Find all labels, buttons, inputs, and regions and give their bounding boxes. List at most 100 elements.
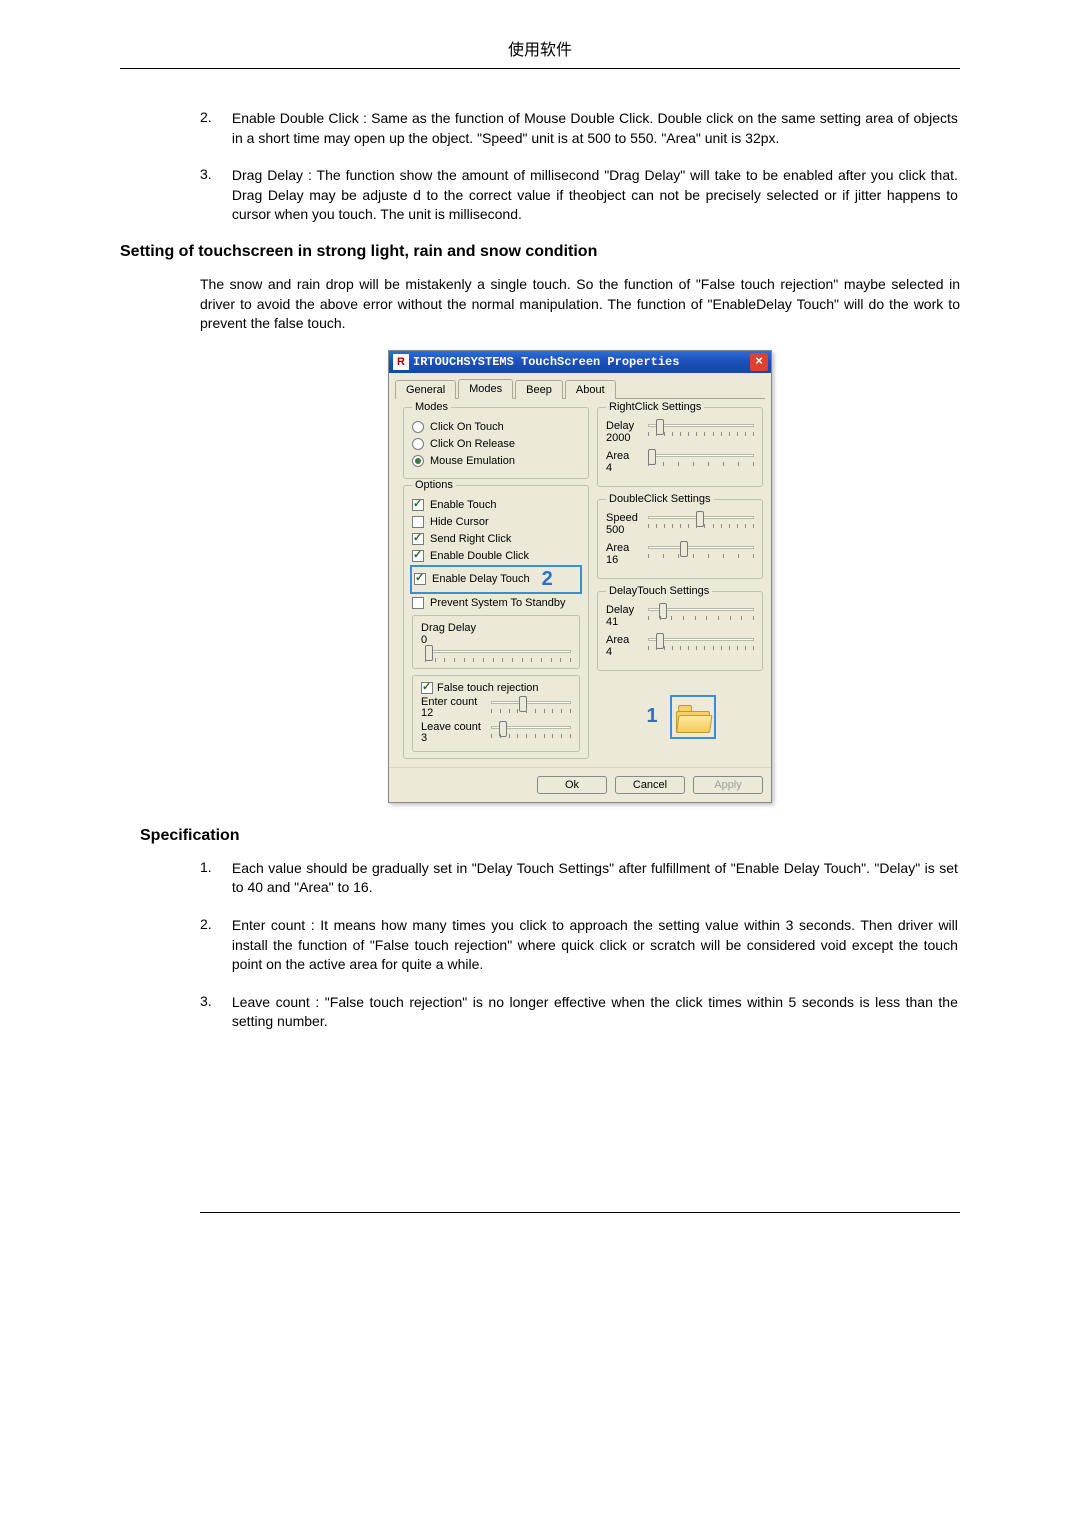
list2-item-3: 3. Leave count : "False touch rejection"… bbox=[200, 993, 960, 1032]
page-header: 使用软件 bbox=[120, 36, 960, 69]
options-group: Options Enable Touch Hide Cursor bbox=[403, 485, 589, 759]
heading-setting: Setting of touchscreen in strong light, … bbox=[120, 243, 960, 261]
rightclick-group: RightClick Settings Delay 2000 bbox=[597, 407, 763, 487]
folder-icon[interactable] bbox=[676, 705, 710, 733]
check-enable-double-click[interactable]: Enable Double Click bbox=[412, 550, 580, 562]
list2-num: 3. bbox=[200, 993, 228, 1009]
rc-area-value: 4 bbox=[606, 462, 644, 474]
radio-mouse-emulation[interactable]: Mouse Emulation bbox=[412, 455, 580, 467]
tab-general[interactable]: General bbox=[395, 380, 456, 399]
rightclick-legend: RightClick Settings bbox=[606, 401, 704, 413]
check-label: Enable Delay Touch bbox=[432, 573, 530, 585]
drag-delay-slider[interactable] bbox=[425, 646, 571, 664]
close-icon[interactable]: × bbox=[750, 353, 768, 371]
rc-area-slider[interactable] bbox=[648, 450, 754, 468]
checkbox-icon bbox=[412, 499, 424, 511]
dialog-buttons: Ok Cancel Apply bbox=[389, 767, 771, 802]
checkbox-icon bbox=[412, 533, 424, 545]
drag-delay-group: Drag Delay 0 bbox=[412, 615, 580, 669]
check-prevent-standby[interactable]: Prevent System To Standby bbox=[412, 597, 580, 609]
check-label: Enable Double Click bbox=[430, 550, 529, 562]
false-touch-label: False touch rejection bbox=[437, 682, 539, 694]
apply-button[interactable]: Apply bbox=[693, 776, 763, 794]
false-touch-legend: False touch rejection bbox=[421, 682, 571, 694]
leave-count-value: 3 bbox=[421, 733, 487, 744]
radio-label: Click On Release bbox=[430, 438, 515, 450]
radio-icon bbox=[412, 455, 424, 467]
list2-text: Leave count : "False touch rejection" is… bbox=[232, 993, 958, 1032]
rc-delay-slider[interactable] bbox=[648, 420, 754, 438]
dt-area-value: 4 bbox=[606, 646, 644, 658]
window-title: IRTOUCHSYSTEMS TouchScreen Properties bbox=[413, 355, 750, 369]
checkbox-icon bbox=[414, 573, 426, 585]
tab-strip: General Modes Beep About bbox=[395, 379, 765, 399]
list1-item-3: 3. Drag Delay : The function show the am… bbox=[200, 166, 960, 225]
heading-specification: Specification bbox=[140, 827, 960, 845]
para-intro: The snow and rain drop will be mistakenl… bbox=[200, 275, 960, 334]
check-label: Send Right Click bbox=[430, 533, 511, 545]
radio-label: Click On Touch bbox=[430, 421, 504, 433]
list2-num: 2. bbox=[200, 916, 228, 932]
radio-icon bbox=[412, 421, 424, 433]
options-legend: Options bbox=[412, 479, 456, 491]
list2-num: 1. bbox=[200, 859, 228, 875]
modes-group: Modes Click On Touch Click On Release bbox=[403, 407, 589, 479]
list1-num: 2. bbox=[200, 109, 228, 125]
leave-count-label: Leave count bbox=[421, 722, 487, 733]
enter-count-slider[interactable] bbox=[491, 697, 571, 715]
checkbox-icon[interactable] bbox=[421, 682, 433, 694]
check-enable-touch[interactable]: Enable Touch bbox=[412, 499, 580, 511]
dt-delay-slider[interactable] bbox=[648, 604, 754, 622]
dc-area-label: Area bbox=[606, 542, 644, 554]
cancel-button[interactable]: Cancel bbox=[615, 776, 685, 794]
false-touch-group: False touch rejection Enter count 12 bbox=[412, 675, 580, 752]
dc-area-slider[interactable] bbox=[648, 542, 754, 560]
check-label: Enable Touch bbox=[430, 499, 496, 511]
annotation-2: 2 bbox=[542, 568, 553, 591]
delaytouch-group: DelayTouch Settings Delay 41 bbox=[597, 591, 763, 671]
annotation-1: 1 bbox=[646, 705, 657, 728]
dc-speed-slider[interactable] bbox=[648, 512, 754, 530]
modes-legend: Modes bbox=[412, 401, 451, 413]
delaytouch-legend: DelayTouch Settings bbox=[606, 585, 712, 597]
list1-item-2: 2. Enable Double Click : Same as the fun… bbox=[200, 109, 960, 148]
dt-area-slider[interactable] bbox=[648, 634, 754, 652]
leave-count-slider[interactable] bbox=[491, 722, 571, 740]
check-hide-cursor[interactable]: Hide Cursor bbox=[412, 516, 580, 528]
list1-num: 3. bbox=[200, 166, 228, 182]
ok-button[interactable]: Ok bbox=[537, 776, 607, 794]
checkbox-icon bbox=[412, 516, 424, 528]
enter-count-value: 12 bbox=[421, 708, 487, 719]
check-enable-delay-touch[interactable]: Enable Delay Touch 2 bbox=[412, 567, 580, 592]
rc-delay-value: 2000 bbox=[606, 432, 644, 444]
list1-text: Enable Double Click : Same as the functi… bbox=[232, 109, 958, 148]
tab-modes[interactable]: Modes bbox=[458, 379, 513, 399]
list2-text: Enter count : It means how many times yo… bbox=[232, 916, 958, 975]
check-label: Prevent System To Standby bbox=[430, 597, 566, 609]
radio-label: Mouse Emulation bbox=[430, 455, 515, 467]
tab-beep[interactable]: Beep bbox=[515, 380, 563, 399]
drag-delay-legend: Drag Delay bbox=[421, 622, 571, 634]
radio-icon bbox=[412, 438, 424, 450]
rc-delay-label: Delay bbox=[606, 420, 644, 432]
drag-delay-value: 0 bbox=[421, 634, 571, 646]
doubleclick-legend: DoubleClick Settings bbox=[606, 493, 714, 505]
check-label: Hide Cursor bbox=[430, 516, 489, 528]
rc-area-label: Area bbox=[606, 450, 644, 462]
dc-area-value: 16 bbox=[606, 554, 644, 566]
list2-item-2: 2. Enter count : It means how many times… bbox=[200, 916, 960, 975]
doubleclick-group: DoubleClick Settings Speed 500 bbox=[597, 499, 763, 579]
radio-click-on-release[interactable]: Click On Release bbox=[412, 438, 580, 450]
dt-delay-value: 41 bbox=[606, 616, 644, 628]
check-send-right-click[interactable]: Send Right Click bbox=[412, 533, 580, 545]
dc-speed-label: Speed bbox=[606, 512, 644, 524]
dialog-screenshot: R IRTOUCHSYSTEMS TouchScreen Properties … bbox=[200, 350, 960, 803]
list2-text: Each value should be gradually set in "D… bbox=[232, 859, 958, 898]
checkbox-icon bbox=[412, 550, 424, 562]
titlebar: R IRTOUCHSYSTEMS TouchScreen Properties … bbox=[389, 351, 771, 373]
list1-text: Drag Delay : The function show the amoun… bbox=[232, 166, 958, 225]
radio-click-on-touch[interactable]: Click On Touch bbox=[412, 421, 580, 433]
dc-speed-value: 500 bbox=[606, 524, 644, 536]
tab-about[interactable]: About bbox=[565, 380, 616, 399]
checkbox-icon bbox=[412, 597, 424, 609]
